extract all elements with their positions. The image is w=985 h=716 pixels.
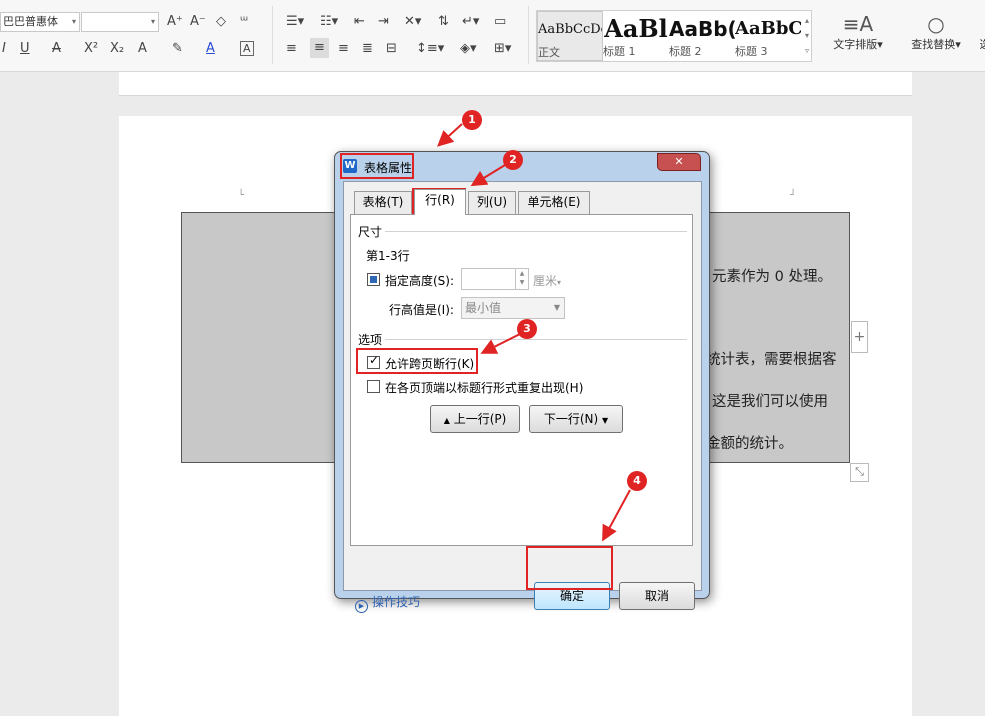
callout-badge-4: 4 [627,471,647,491]
tab-row[interactable]: 行(R) [414,189,466,215]
annotation-arrows [0,0,985,705]
callout-badge-2: 2 [503,150,523,170]
callout-badge-1: 1 [462,110,482,130]
callout-badge-3: 3 [517,319,537,339]
